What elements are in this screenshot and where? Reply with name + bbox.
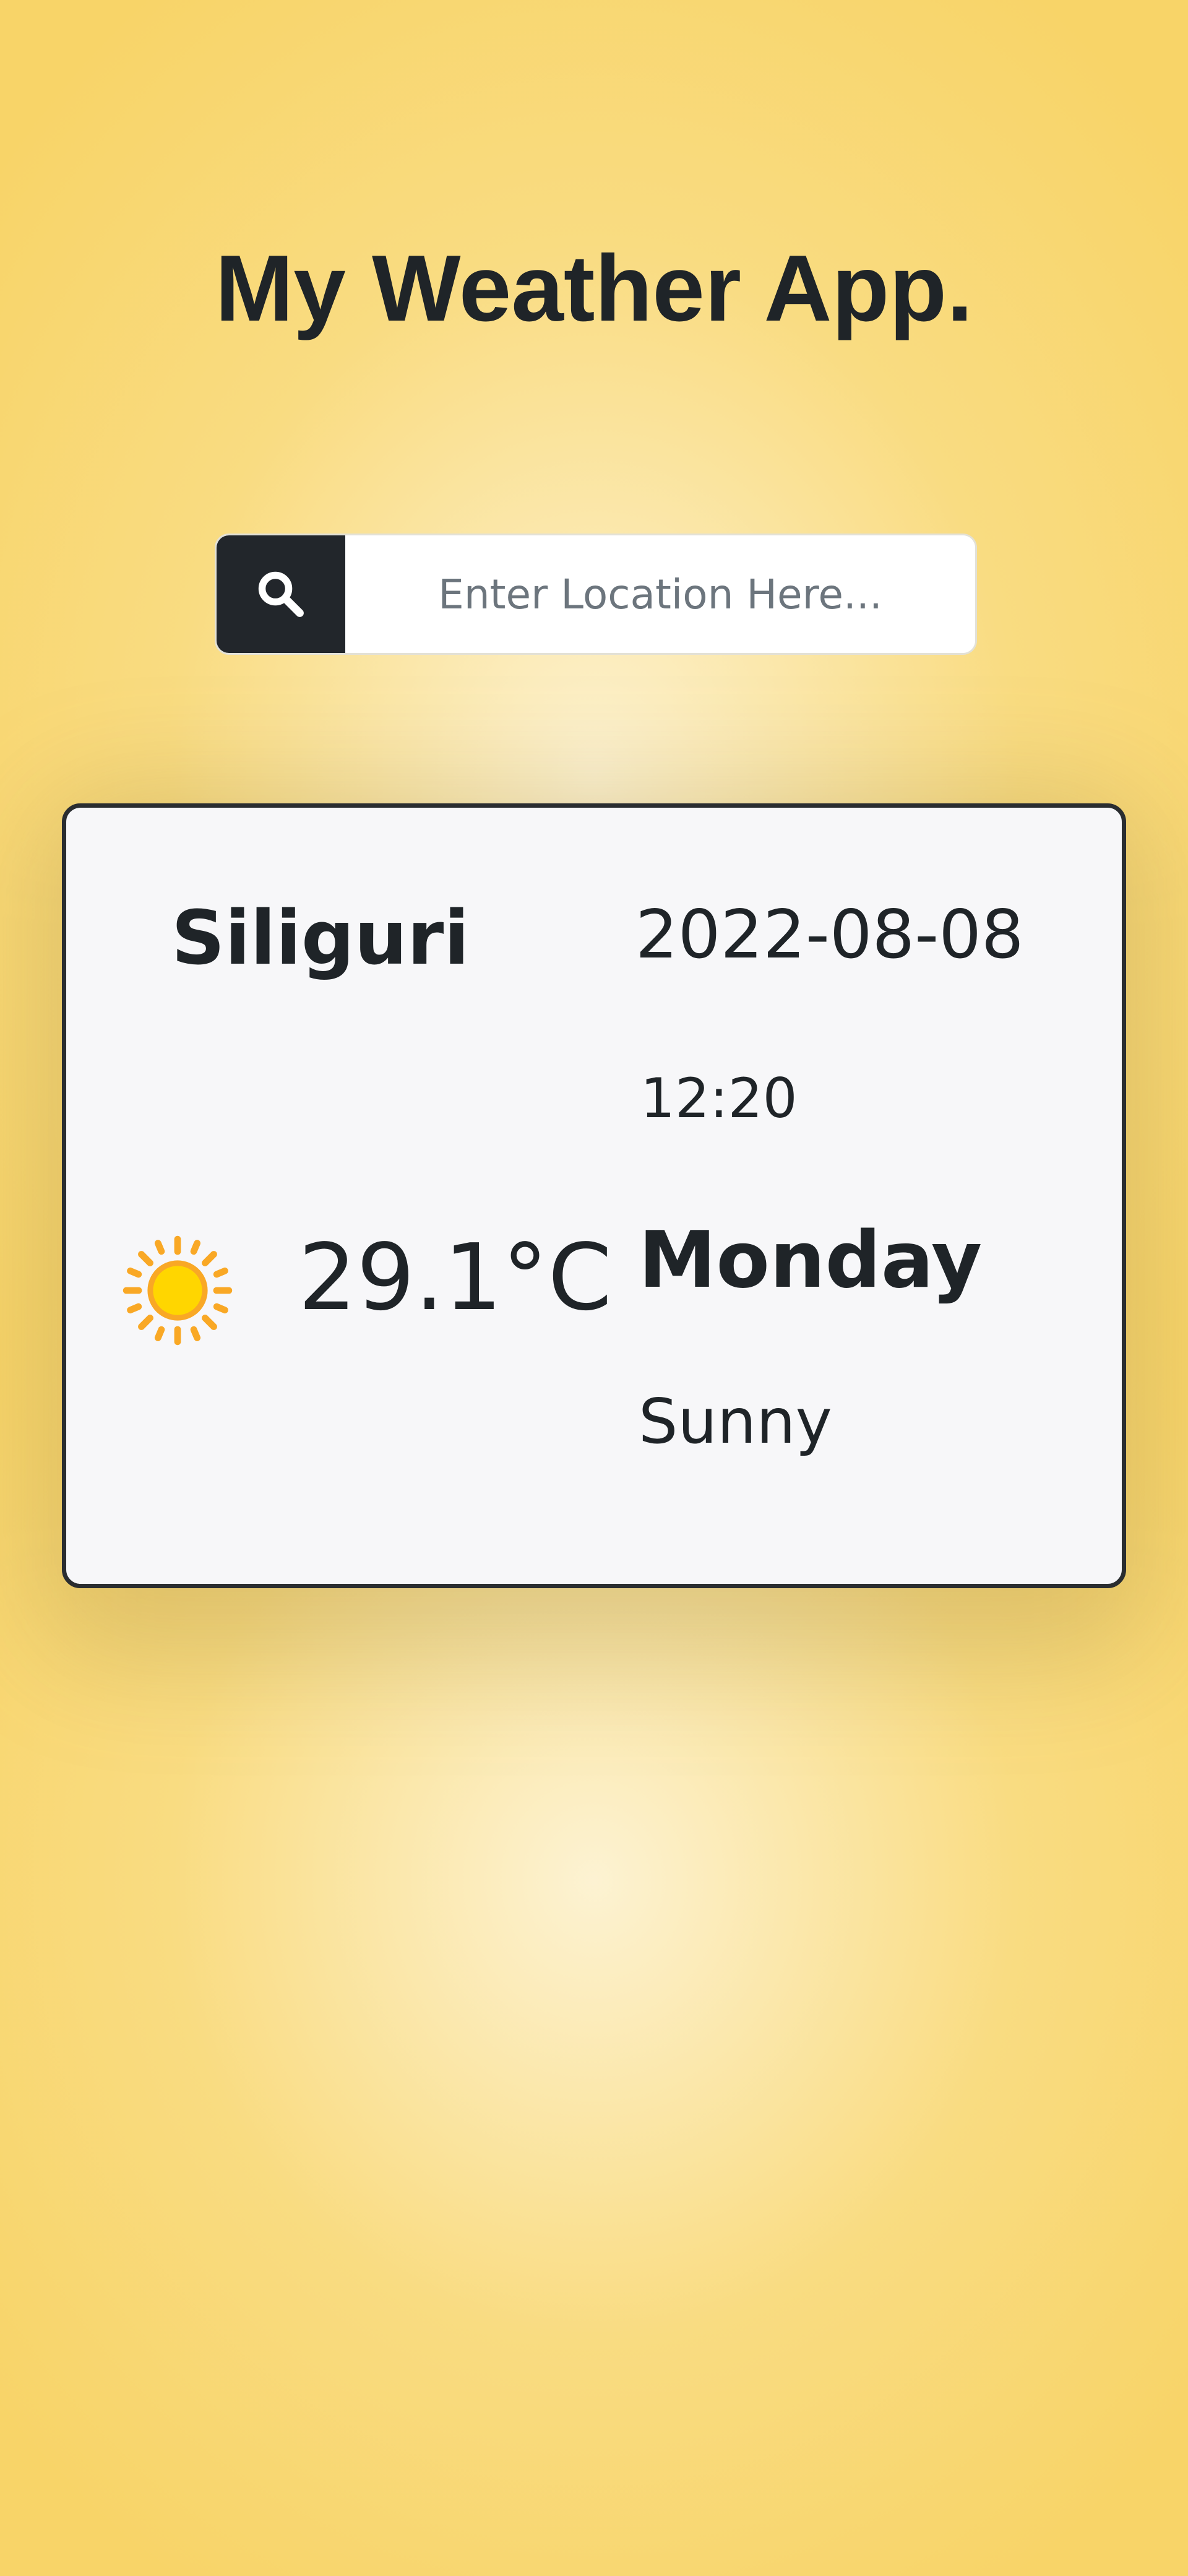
sun-icon <box>123 1235 233 1346</box>
location-search-input[interactable] <box>345 535 975 653</box>
weekday: Monday <box>639 1214 983 1305</box>
search-button[interactable] <box>217 535 345 653</box>
weather-time: 12:20 <box>640 1066 798 1130</box>
search-bar <box>217 535 975 653</box>
page-title: My Weather App. <box>215 236 973 341</box>
search-icon <box>258 571 304 617</box>
weather-date: 2022-08-08 <box>635 896 1024 974</box>
weather-condition: Sunny <box>639 1385 832 1458</box>
temperature-value: 29.1°C <box>298 1224 612 1331</box>
weather-card: Siliguri 2022-08-08 12:20 29.1°C Monday … <box>62 803 1126 1588</box>
location-name: Siliguri <box>171 896 470 982</box>
